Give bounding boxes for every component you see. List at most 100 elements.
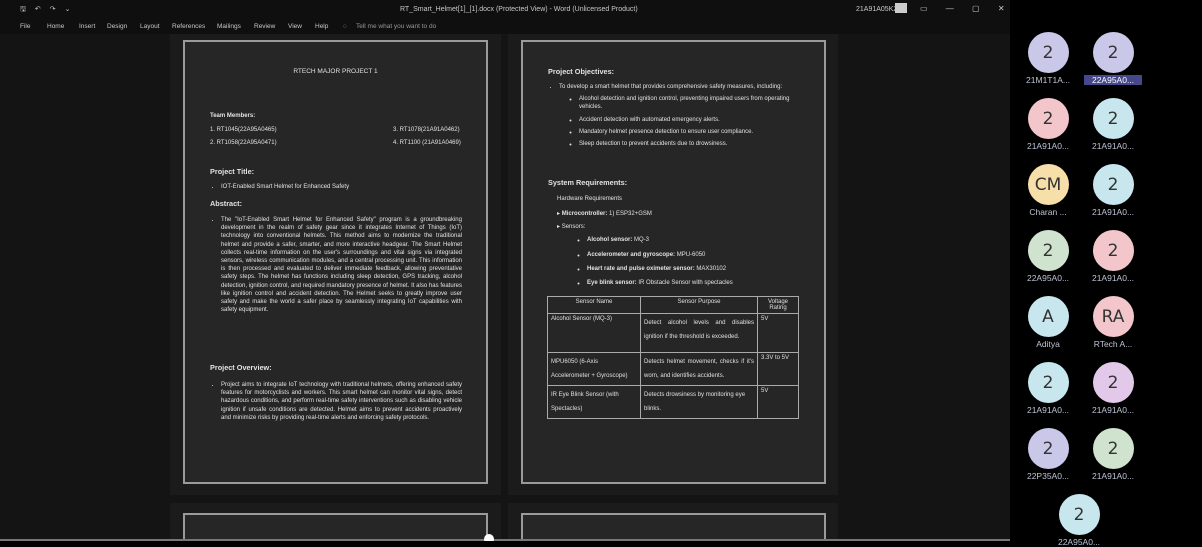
participant-tile[interactable]: 2 21M1T1A...: [1019, 32, 1077, 85]
title-bar: 🖫 ↶ ↷ ⌄ RT_Smart_Helmet[1]_[1].docx (Pro…: [0, 0, 1010, 20]
table-header: Sensor Purpose: [640, 296, 758, 314]
objective-item: Accident detection with automated emerge…: [579, 116, 803, 124]
overview-text: Project aims to integrate IoT technology…: [221, 381, 462, 422]
sensors-item: ▸ Sensors: Alcohol sensor: MQ-3 Accelero…: [557, 223, 807, 287]
participant-name: 21M1T1A...: [1026, 75, 1070, 85]
objective-main-text: To develop a smart helmet that provides …: [559, 84, 783, 90]
participant-tile[interactable]: A Aditya: [1019, 296, 1077, 349]
page-3: [183, 513, 488, 541]
table-cell: IR Eye Blink Sensor (with Spectacles): [547, 385, 641, 419]
tab-home[interactable]: Home: [47, 23, 64, 30]
participant-avatar: 2: [1027, 32, 1069, 73]
micro-label: Microcontroller:: [561, 211, 608, 217]
quick-access-toolbar: 🖫 ↶ ↷ ⌄: [20, 5, 77, 16]
tab-review[interactable]: Review: [254, 23, 275, 30]
page-2: Project Objectives: To develop a smart h…: [521, 40, 826, 484]
table-row: Alcohol Sensor (MQ-3) Detect alcohol lev…: [547, 313, 799, 353]
sensor-table: Sensor Name Sensor Purpose Voltage Ratin…: [547, 296, 799, 419]
document-canvas[interactable]: RTECH MAJOR PROJECT 1 Team Members: 1. R…: [0, 34, 1010, 541]
team-member-2: 2. RT1058(22A95A0471): [210, 140, 277, 146]
page-1: RTECH MAJOR PROJECT 1 Team Members: 1. R…: [183, 40, 488, 484]
customize-icon[interactable]: ⌄: [65, 6, 71, 13]
participant-name: 21A91A0...: [1091, 207, 1135, 217]
abstract-list: The "IoT-Enabled Smart Helmet for Enhanc…: [210, 216, 462, 314]
overview-list: Project aims to integrate IoT technology…: [210, 381, 462, 422]
participant-avatar: 2: [1092, 32, 1134, 73]
participant-name: RTech A...: [1093, 339, 1133, 349]
participant-avatar: 2: [1027, 428, 1069, 469]
participant-tile[interactable]: 2 21A91A0...: [1084, 230, 1142, 283]
undo-icon[interactable]: ↶: [35, 6, 41, 13]
participant-name: 22A95A0...: [1084, 75, 1142, 85]
participant-tile[interactable]: 2 21A91A0...: [1084, 362, 1142, 415]
participant-tile[interactable]: 2 21A91A0...: [1084, 164, 1142, 217]
sensor-value: MQ-3: [634, 237, 650, 244]
participant-tile[interactable]: CM Charan ...: [1019, 164, 1077, 217]
table-cell: 5V: [757, 385, 799, 419]
participant-avatar: RA: [1092, 296, 1134, 337]
account-avatar-icon[interactable]: [895, 3, 907, 13]
table-cell: Detect alcohol levels and disables ignit…: [640, 313, 758, 353]
tab-insert[interactable]: Insert: [79, 23, 95, 30]
minimize-icon[interactable]: —: [946, 4, 954, 13]
table-row: MPU6050 (6-Axis Accelerometer + Gyroscop…: [547, 352, 799, 386]
scroll-handle[interactable]: [484, 534, 494, 541]
participant-avatar: 2: [1092, 98, 1134, 139]
participant-tile[interactable]: 2 21A91A0...: [1019, 98, 1077, 151]
document-title: RT_Smart_Helmet[1]_[1].docx (Protected V…: [400, 6, 638, 13]
tab-layout[interactable]: Layout: [140, 23, 160, 30]
maximize-icon[interactable]: ▢: [972, 4, 980, 13]
participant-tile[interactable]: RA RTech A...: [1084, 296, 1142, 349]
participant-avatar: 2: [1027, 98, 1069, 139]
window-controls: ▭ — ▢ ✕: [920, 4, 1005, 13]
tab-mailings[interactable]: Mailings: [217, 23, 241, 30]
participant-name: 21A91A0...: [1026, 141, 1070, 151]
participant-tile[interactable]: 2 22A95A0...: [1084, 32, 1142, 85]
participant-name: 21A91A0...: [1091, 471, 1135, 481]
sensor-item: Alcohol sensor: MQ-3: [587, 236, 807, 244]
participant-avatar: 2: [1092, 230, 1134, 271]
tab-view[interactable]: View: [288, 23, 302, 30]
tell-me-search[interactable]: Tell me what you want to do: [356, 23, 436, 30]
tab-file[interactable]: File: [20, 23, 30, 30]
sensor-item: Heart rate and pulse oximeter sensor: MA…: [587, 265, 807, 273]
participant-name: 21A91A0...: [1091, 405, 1135, 415]
tab-help[interactable]: Help: [315, 23, 328, 30]
participant-tile[interactable]: 2 22P35A0...: [1019, 428, 1077, 481]
participant-tile[interactable]: 2 22A95A0...: [1050, 494, 1108, 547]
abstract-text: The "IoT-Enabled Smart Helmet for Enhanc…: [221, 216, 462, 314]
system-requirements-heading: System Requirements:: [548, 178, 628, 187]
table-cell: 3.3V to 5V: [757, 352, 799, 386]
save-icon[interactable]: 🖫: [20, 6, 26, 13]
participant-avatar: 2: [1027, 362, 1069, 403]
ribbon-display-icon[interactable]: ▭: [920, 4, 928, 13]
participant-tile[interactable]: 2 21A91A0...: [1084, 428, 1142, 481]
close-icon[interactable]: ✕: [998, 4, 1005, 13]
team-member-4: 4. RT1100 (21A91A0469): [393, 140, 461, 146]
tab-design[interactable]: Design: [107, 23, 127, 30]
redo-icon[interactable]: ↷: [50, 6, 56, 13]
participants-panel: 2 21M1T1A... 2 22A95A0... 2 21A91A0... 2 21A91A…: [1010, 0, 1202, 547]
participant-tile[interactable]: 2 22A95A0...: [1019, 230, 1077, 283]
participant-tile[interactable]: 2 21A91A0...: [1019, 362, 1077, 415]
sensors-label: Sensors:: [561, 224, 586, 231]
team-member-1: 1. RT1045(22A95A0465): [210, 127, 277, 133]
hardware-list: ▸ Microcontroller: 1) ESP32+GSM ▸ Sensor…: [557, 210, 807, 287]
sensor-value: MAX30102: [696, 265, 727, 272]
tab-references[interactable]: References: [172, 23, 205, 30]
participant-name: 21A91A0...: [1091, 273, 1135, 283]
objective-item: Alcohol detection and ignition control, …: [579, 95, 803, 111]
table-header-row: Sensor Name Sensor Purpose Voltage Ratin…: [547, 296, 799, 314]
project-title-list: IOT-Enabled Smart Helmet for Enhanced Sa…: [210, 183, 470, 191]
sensor-item: Eye blink sensor: IR Obstacle Sensor wit…: [587, 279, 807, 287]
sensor-label: Alcohol sensor:: [587, 237, 633, 244]
participant-name: 21A91A0...: [1091, 141, 1135, 151]
project-title-heading: Project Title:: [210, 167, 255, 176]
account-name[interactable]: 21A91A05K2: [856, 6, 897, 13]
hardware-requirements-label: Hardware Requirements: [557, 196, 623, 202]
table-cell: 5V: [757, 313, 799, 353]
micro-value: 1) ESP32+GSM: [609, 211, 652, 217]
participant-avatar: A: [1027, 296, 1069, 337]
participant-tile[interactable]: 2 21A91A0...: [1084, 98, 1142, 151]
objective-item: Sleep detection to prevent accidents due…: [579, 140, 803, 148]
